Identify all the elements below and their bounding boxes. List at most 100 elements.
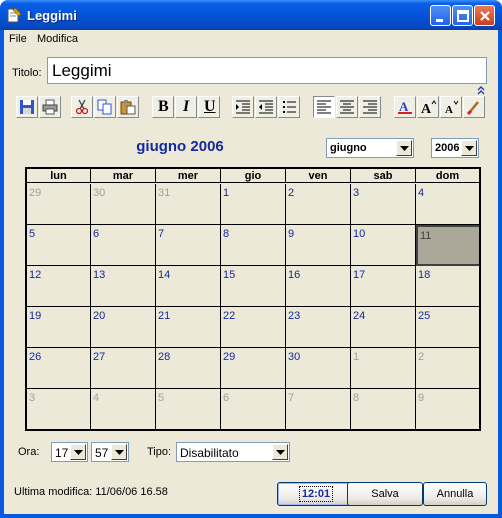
minute-select-dropdown-button[interactable] — [111, 444, 127, 460]
month-select[interactable]: giugno — [326, 138, 414, 158]
close-button[interactable] — [474, 5, 495, 26]
menu-file[interactable]: File — [9, 33, 27, 45]
calendar-day-other-month[interactable]: 29 — [27, 184, 91, 225]
calendar-day-other-month[interactable]: 6 — [221, 389, 286, 429]
calendar-day[interactable]: 9 — [286, 225, 351, 266]
calendar-day[interactable]: 8 — [221, 225, 286, 266]
calendar-day-number: 6 — [223, 392, 230, 404]
maximize-button[interactable] — [452, 5, 473, 26]
window-title: Leggimi — [27, 8, 77, 23]
calendar-day-other-month[interactable]: 30 — [91, 184, 156, 225]
calendar-day-number: 1 — [353, 351, 360, 363]
bullet-list-toolbar-button[interactable] — [278, 96, 300, 118]
align-center-toolbar-button[interactable] — [336, 96, 358, 118]
calendar-day[interactable]: 19 — [27, 307, 91, 348]
calendar-day[interactable]: 17 — [351, 266, 416, 307]
minimize-icon — [436, 19, 443, 22]
cancel-button[interactable]: Annulla — [423, 482, 487, 506]
chevron-down-icon — [400, 146, 409, 151]
calendar-day[interactable]: 13 — [91, 266, 156, 307]
weekday-mer: mer — [156, 169, 221, 183]
calendar-day[interactable]: 6 — [91, 225, 156, 266]
clear-format-toolbar-button[interactable] — [463, 96, 485, 118]
clock-button[interactable]: 12:01 — [277, 482, 355, 506]
title-bar[interactable]: Leggimi — [0, 0, 502, 30]
bullet-list-icon — [283, 101, 296, 113]
calendar-day-other-month[interactable]: 9 — [416, 389, 479, 429]
calendar-day[interactable]: 16 — [286, 266, 351, 307]
calendar-day[interactable]: 1 — [221, 184, 286, 225]
save-toolbar-button[interactable] — [16, 96, 38, 118]
calendar-day-number: 3 — [29, 392, 36, 404]
calendar-day-selected[interactable]: 11 — [416, 225, 479, 266]
calendar-day-other-month[interactable]: 1 — [351, 348, 416, 389]
weekday-ven: ven — [286, 169, 351, 183]
calendar-day-other-month[interactable]: 3 — [27, 389, 91, 429]
calendar-day[interactable]: 12 — [27, 266, 91, 307]
calendar-day-number: 20 — [93, 310, 106, 322]
italic-icon: I — [183, 98, 190, 115]
notepad-app-icon — [7, 7, 22, 23]
calendar-day[interactable]: 5 — [27, 225, 91, 266]
outdent-toolbar-button[interactable] — [255, 96, 277, 118]
indent-toolbar-button[interactable] — [232, 96, 254, 118]
calendar-day-other-month[interactable]: 8 — [351, 389, 416, 429]
menu-modifica[interactable]: Modifica — [37, 33, 78, 45]
print-toolbar-button[interactable] — [39, 96, 61, 118]
italic-toolbar-button[interactable]: I — [175, 96, 197, 118]
calendar-day-other-month[interactable]: 31 — [156, 184, 221, 225]
calendar-day-number: 26 — [29, 351, 42, 363]
calendar-day[interactable]: 24 — [351, 307, 416, 348]
align-right-toolbar-button[interactable] — [359, 96, 381, 118]
calendar-day[interactable]: 23 — [286, 307, 351, 348]
calendar-day[interactable]: 25 — [416, 307, 479, 348]
year-select[interactable]: 2006 — [431, 138, 479, 158]
minute-select[interactable]: 57 — [91, 442, 129, 462]
collapse-toolbar-icon[interactable] — [476, 86, 486, 96]
month-select-dropdown-button[interactable] — [396, 140, 412, 156]
tipo-select-dropdown-button[interactable] — [272, 444, 288, 460]
calendar-day[interactable]: 7 — [156, 225, 221, 266]
calendar-day[interactable]: 10 — [351, 225, 416, 266]
tipo-select[interactable]: Disabilitato — [176, 442, 290, 462]
calendar-day-number: 27 — [93, 351, 106, 363]
calendar-day[interactable]: 18 — [416, 266, 479, 307]
calendar-day[interactable]: 2 — [286, 184, 351, 225]
calendar-day-other-month[interactable]: 5 — [156, 389, 221, 429]
paste-toolbar-button[interactable] — [117, 96, 139, 118]
copy-toolbar-button[interactable] — [94, 96, 116, 118]
calendar-day[interactable]: 14 — [156, 266, 221, 307]
calendar-day[interactable]: 3 — [351, 184, 416, 225]
save-button[interactable]: Salva — [347, 482, 423, 506]
calendar-day[interactable]: 4 — [416, 184, 479, 225]
titolo-input[interactable]: Leggimi — [47, 57, 487, 84]
minimize-button[interactable] — [430, 5, 451, 26]
font-smaller-toolbar-button[interactable]: A — [440, 96, 462, 118]
cut-toolbar-button[interactable] — [71, 96, 93, 118]
calendar-day[interactable]: 21 — [156, 307, 221, 348]
calendar-day-number: 2 — [288, 187, 295, 199]
hour-select[interactable]: 17 — [51, 442, 88, 462]
calendar-day-other-month[interactable]: 4 — [91, 389, 156, 429]
underline-toolbar-button[interactable]: U — [198, 96, 220, 118]
calendar-day[interactable]: 26 — [27, 348, 91, 389]
calendar-day[interactable]: 20 — [91, 307, 156, 348]
calendar-day[interactable]: 22 — [221, 307, 286, 348]
year-select-dropdown-button[interactable] — [461, 140, 477, 156]
calendar-day-other-month[interactable]: 7 — [286, 389, 351, 429]
calendar-day[interactable]: 15 — [221, 266, 286, 307]
weekday-header: lun mar mer gio ven sab dom — [27, 169, 479, 183]
calendar-day[interactable]: 28 — [156, 348, 221, 389]
bold-toolbar-button[interactable]: B — [152, 96, 174, 118]
calendar-day[interactable]: 29 — [221, 348, 286, 389]
font-larger-toolbar-button[interactable]: A — [417, 96, 439, 118]
calendar-day[interactable]: 27 — [91, 348, 156, 389]
align-left-toolbar-button[interactable] — [313, 96, 335, 118]
calendar-day[interactable]: 30 — [286, 348, 351, 389]
hour-select-dropdown-button[interactable] — [70, 444, 86, 460]
calendar-day-other-month[interactable]: 2 — [416, 348, 479, 389]
font-color-toolbar-button[interactable]: A — [394, 96, 416, 118]
calendar-grid: lun mar mer gio ven sab dom 29 30 31 1 2 3 4 5 6 7 8 9 10 1… — [25, 167, 481, 431]
calendar-day-number: 1 — [223, 187, 230, 199]
font-color-icon: A — [398, 99, 412, 114]
